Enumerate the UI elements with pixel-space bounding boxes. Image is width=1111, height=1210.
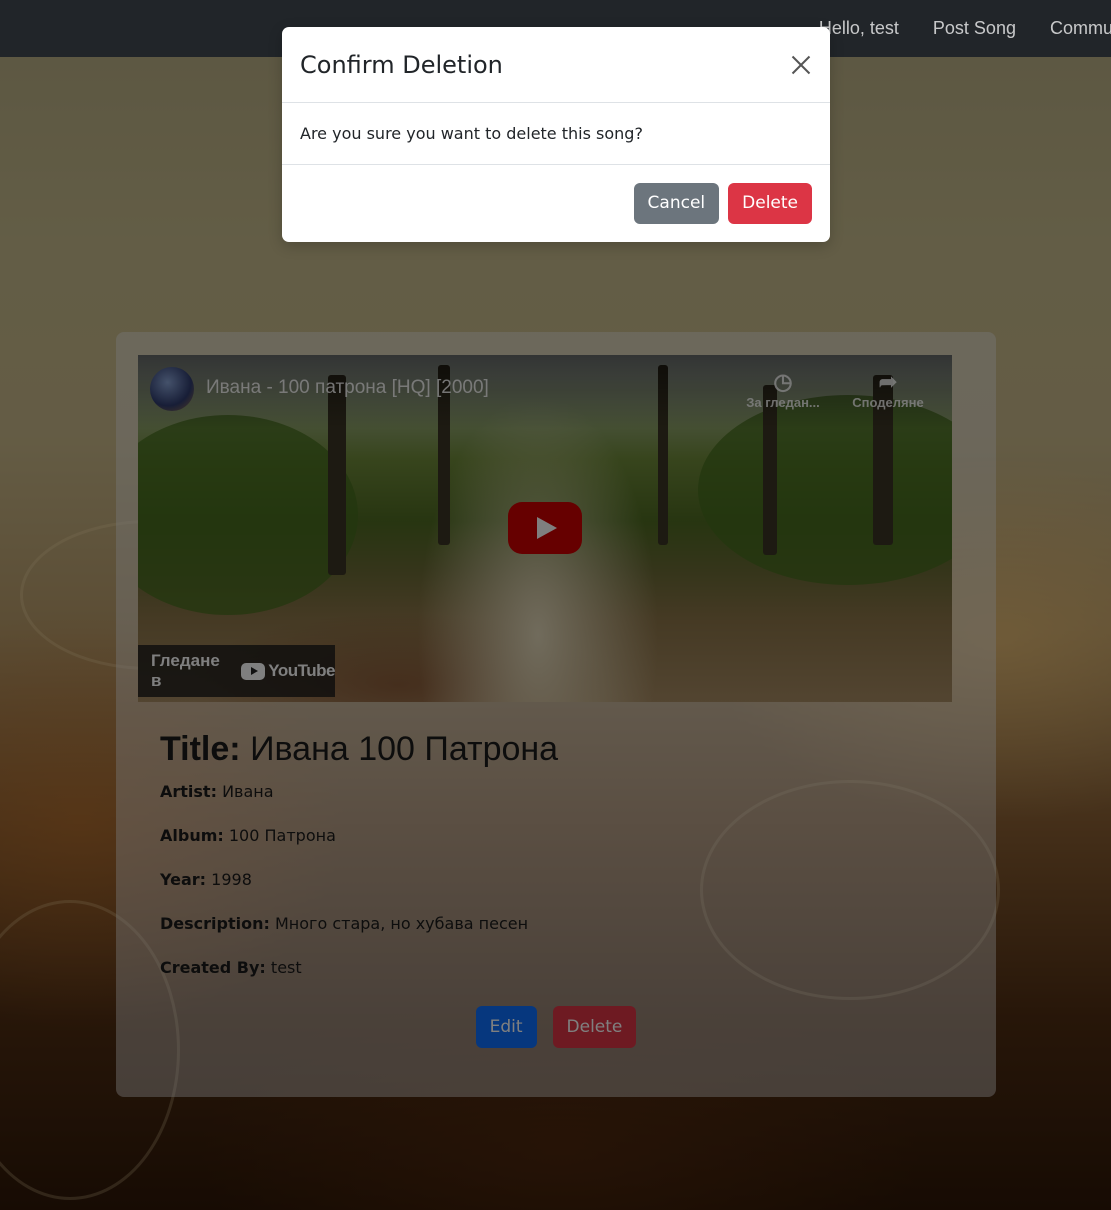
modal-body: Are you sure you want to delete this son…: [282, 103, 830, 165]
cancel-button[interactable]: Cancel: [633, 182, 720, 224]
modal-header: Confirm Deletion: [282, 27, 830, 103]
nav-post-song[interactable]: Post Song: [933, 18, 1016, 39]
modal-message: Are you sure you want to delete this son…: [300, 124, 643, 143]
nav-greeting[interactable]: Hello, test: [819, 18, 899, 39]
close-icon[interactable]: [788, 52, 814, 78]
nav-community[interactable]: Community: [1050, 18, 1111, 39]
confirm-deletion-modal: Confirm Deletion Are you sure you want t…: [282, 27, 830, 242]
modal-title: Confirm Deletion: [300, 50, 503, 79]
modal-footer: Cancel Delete: [282, 165, 830, 241]
nav-links: Hello, test Post Song Community: [819, 18, 1111, 39]
confirm-delete-button[interactable]: Delete: [728, 182, 812, 224]
